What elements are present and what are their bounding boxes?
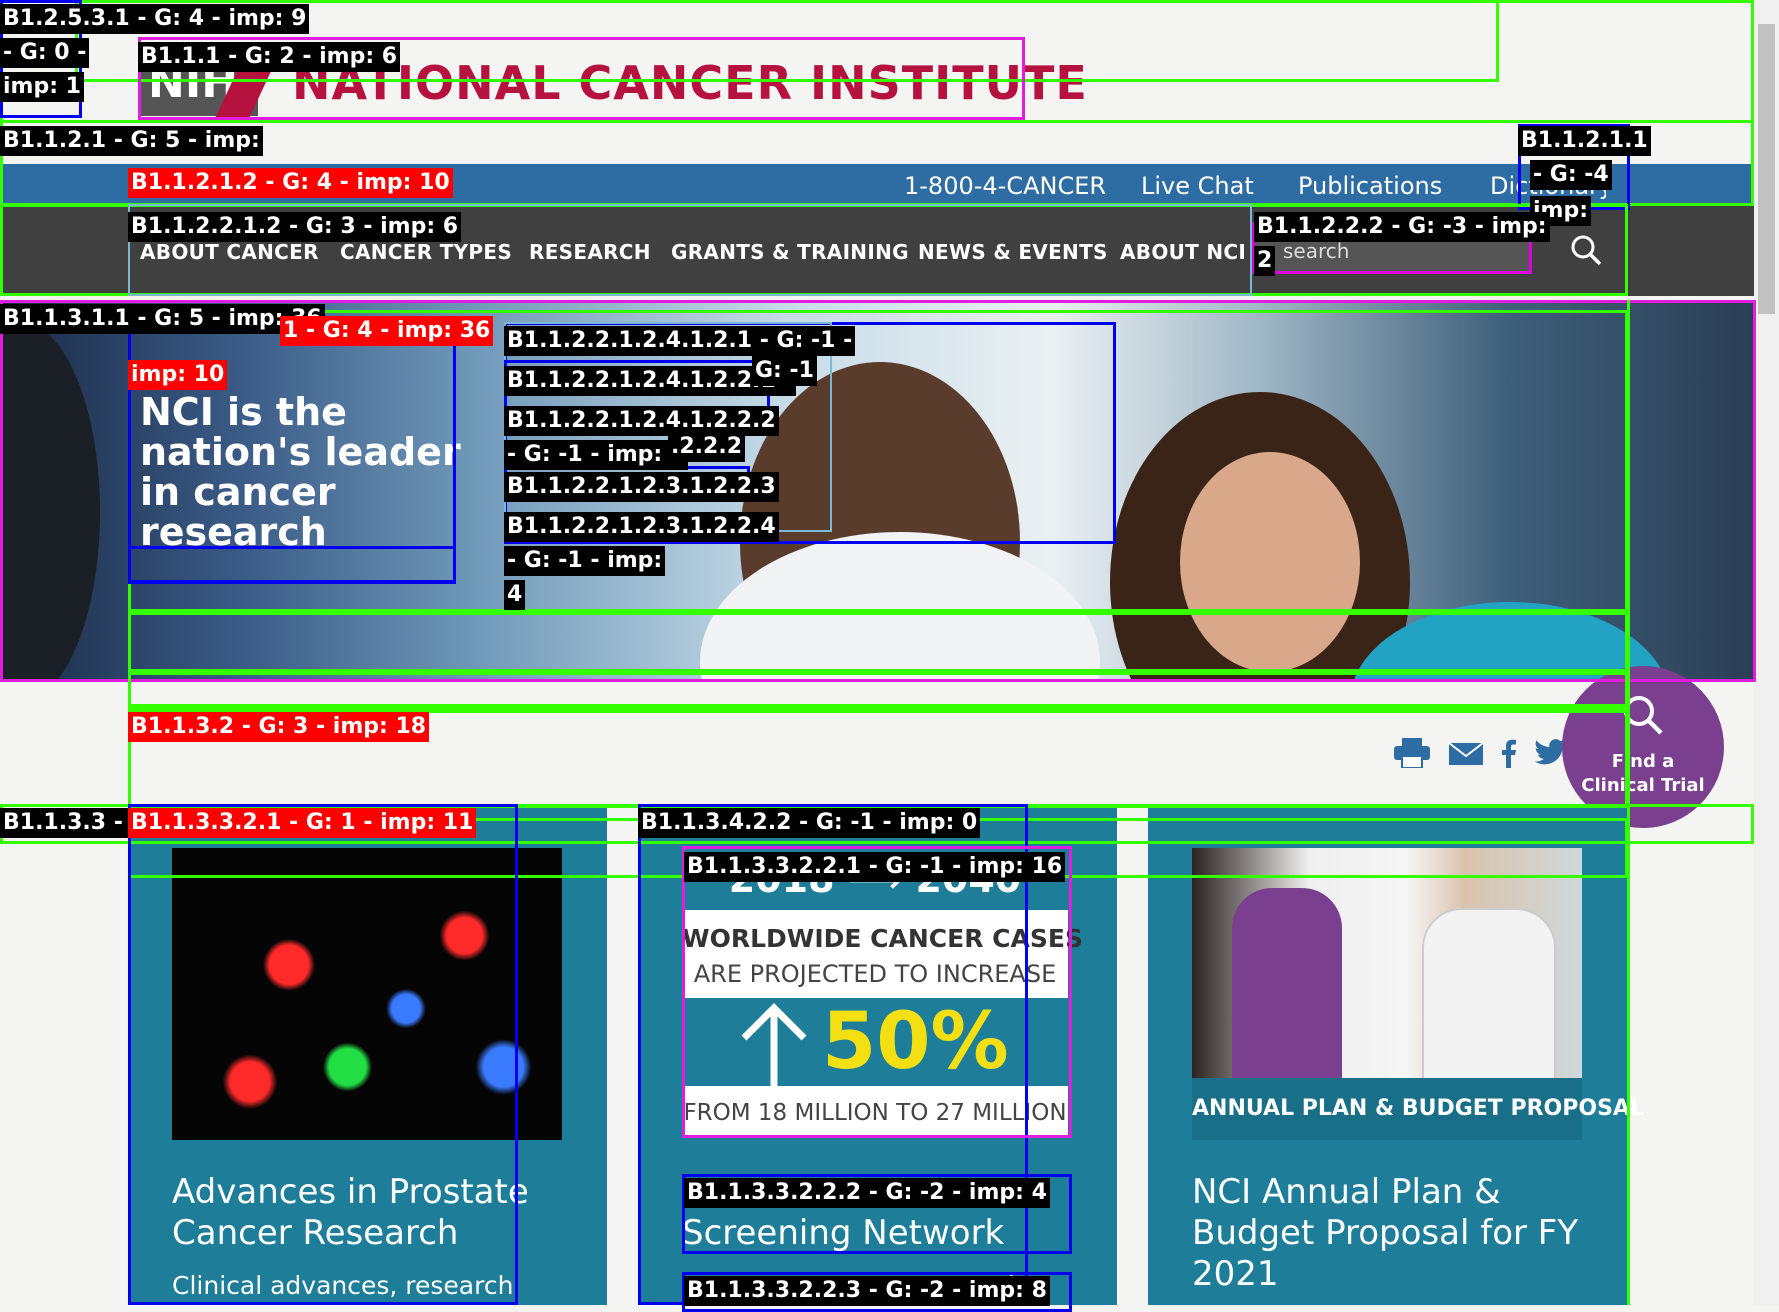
card-title-line2[interactable]: Cancer Research (172, 1213, 458, 1254)
overlay-label: B1.1.2.2.1.2.4.1.2.1 - G: -1 - (504, 326, 856, 356)
card-title-line1[interactable]: Advances in Prostate (172, 1172, 529, 1213)
infographic-line2: ARE PROJECTED TO INCREASE (693, 960, 1057, 988)
overlay-label: B1.1.2.1.1 (1518, 126, 1651, 156)
overlay-label: B1.1.3.4.2.2 - G: -1 - imp: 0 (638, 808, 981, 838)
arrow-up-icon (741, 1003, 807, 1086)
card-title[interactable]: Screening Network (682, 1213, 1004, 1254)
live-chat-link[interactable]: Live Chat (1141, 172, 1254, 200)
card-title-line2[interactable]: Budget Proposal for FY (1192, 1213, 1578, 1254)
overlay-label: .2.2.2 (668, 432, 745, 462)
overlay-label: B1.1.3.3.2.2.1 - G: -1 - imp: 16 (684, 852, 1066, 882)
overlay-label: B1.1.2.2.1.2 - G: 3 - imp: 6 (128, 212, 462, 242)
overlay-label: B1.1.3.3.2.2.2 - G: -2 - imp: 4 (684, 1178, 1050, 1208)
overlay-label: B1.1.2.2.2 - G: -3 - imp: (1254, 212, 1550, 242)
overlay-label: G: -1 (752, 356, 817, 386)
hero-face-right (1180, 452, 1360, 672)
card-annual-plan[interactable]: ANNUAL PLAN & BUDGET PROPOSAL NCI Annual… (1148, 808, 1644, 1305)
card-title-line1[interactable]: NCI Annual Plan & (1192, 1172, 1501, 1213)
overlay-label: imp: 10 (128, 360, 228, 390)
overlay-label: - G: -1 - imp: 4 (504, 440, 689, 470)
overlay-label: B1.1.1 - G: 2 - imp: 6 (138, 42, 401, 72)
facebook-icon[interactable] (1500, 738, 1518, 768)
infographic-line1: WORLDWIDE CANCER CASES (682, 924, 1083, 953)
infographic: 2018 ⟶ 2040 WORLDWIDE CANCER CASES ARE P… (682, 848, 1083, 1136)
card-subtitle: Clinical advances, research (172, 1271, 514, 1300)
overlay-label: B1.1.3.1.1 - G: 5 - imp: 36 (0, 304, 325, 334)
image-caption: ANNUAL PLAN & BUDGET PROPOSAL (1192, 1078, 1644, 1140)
site-title[interactable]: NATIONAL CANCER INSTITUTE (292, 56, 1088, 110)
search-icon (1624, 696, 1663, 735)
overlay-label: imp: 1 (0, 72, 84, 102)
photo-person-left (1232, 888, 1342, 1078)
overlay-label: 1 - G: 4 - imp: 36 (280, 316, 494, 346)
overlay-label: B1.1.3.2 - G: 3 - imp: 18 (128, 712, 430, 742)
overlay-label: - G: -4 (1530, 160, 1612, 190)
print-icon[interactable] (1394, 738, 1430, 768)
search-placeholder: search (1283, 239, 1350, 263)
hero-dark-edge (0, 322, 100, 680)
card-screening[interactable]: 2018 ⟶ 2040 WORLDWIDE CANCER CASES ARE P… (638, 808, 1117, 1305)
trial-label-line1: Find a (1611, 751, 1675, 772)
overlay-label: B1.1.3.3.2.2.3 - G: -2 - imp: 8 (684, 1276, 1050, 1306)
overlay-label: B1.1.2.2.1.2.3.1.2.2.3 (504, 472, 779, 502)
overlay-label: - G: -1 - imp: (504, 546, 666, 576)
infographic-percent: 50% (822, 997, 1009, 1087)
overlay-label: B1.1.2.2.1.2.3.1.2.2.4 (504, 512, 779, 542)
trial-label-line2: Clinical Trial (1581, 775, 1705, 796)
overlay-label: - G: 0 - (0, 38, 90, 68)
find-clinical-trial-button[interactable]: Find a Clinical Trial (1562, 666, 1724, 828)
nav-about-cancer[interactable]: ABOUT CANCER (140, 240, 319, 264)
trial-label: Find a Clinical Trial (1562, 750, 1724, 798)
scrollbar-track[interactable] (1754, 0, 1779, 1305)
nav-research[interactable]: RESEARCH (529, 240, 651, 264)
publications-link[interactable]: Publications (1298, 172, 1442, 200)
photo-person-right (1422, 908, 1556, 1082)
hero-headline[interactable]: NCI is the nation's leader in cancer res… (140, 392, 500, 552)
nav-about-nci[interactable]: ABOUT NCI (1120, 240, 1246, 264)
overlay-label: B1.2.5.3.1 - G: 4 - imp: 9 (0, 4, 310, 34)
email-icon[interactable] (1448, 742, 1484, 766)
overlay-label: B1.1.2.1.2 - G: 4 - imp: 10 (128, 168, 453, 198)
overlay-label: B1.1.2.1 - G: 5 - imp: (0, 126, 263, 156)
infographic-band: 50% (682, 998, 1068, 1086)
card-prostate[interactable]: Advances in Prostate Cancer Research Cli… (128, 808, 607, 1305)
card-title-line3[interactable]: 2021 (1192, 1254, 1279, 1295)
doctors-photo (1192, 848, 1582, 1082)
overlay-label: 4 (504, 580, 526, 610)
microscopy-image (172, 848, 562, 1140)
overlay-label: 2 (1254, 246, 1276, 276)
nav-news-events[interactable]: NEWS & EVENTS (918, 240, 1108, 264)
search-icon[interactable] (1568, 232, 1604, 268)
infographic-footer: FROM 18 MILLION TO 27 MILLION (683, 1100, 1067, 1126)
scrollbar-thumb[interactable] (1758, 24, 1775, 314)
phone-link[interactable]: 1-800-4-CANCER (904, 172, 1106, 200)
nav-grants-training[interactable]: GRANTS & TRAINING (671, 240, 909, 264)
nav-cancer-types[interactable]: CANCER TYPES (340, 240, 512, 264)
overlay-label: B1.1.3.3.2.1 - G: 1 - imp: 11 (128, 808, 477, 838)
